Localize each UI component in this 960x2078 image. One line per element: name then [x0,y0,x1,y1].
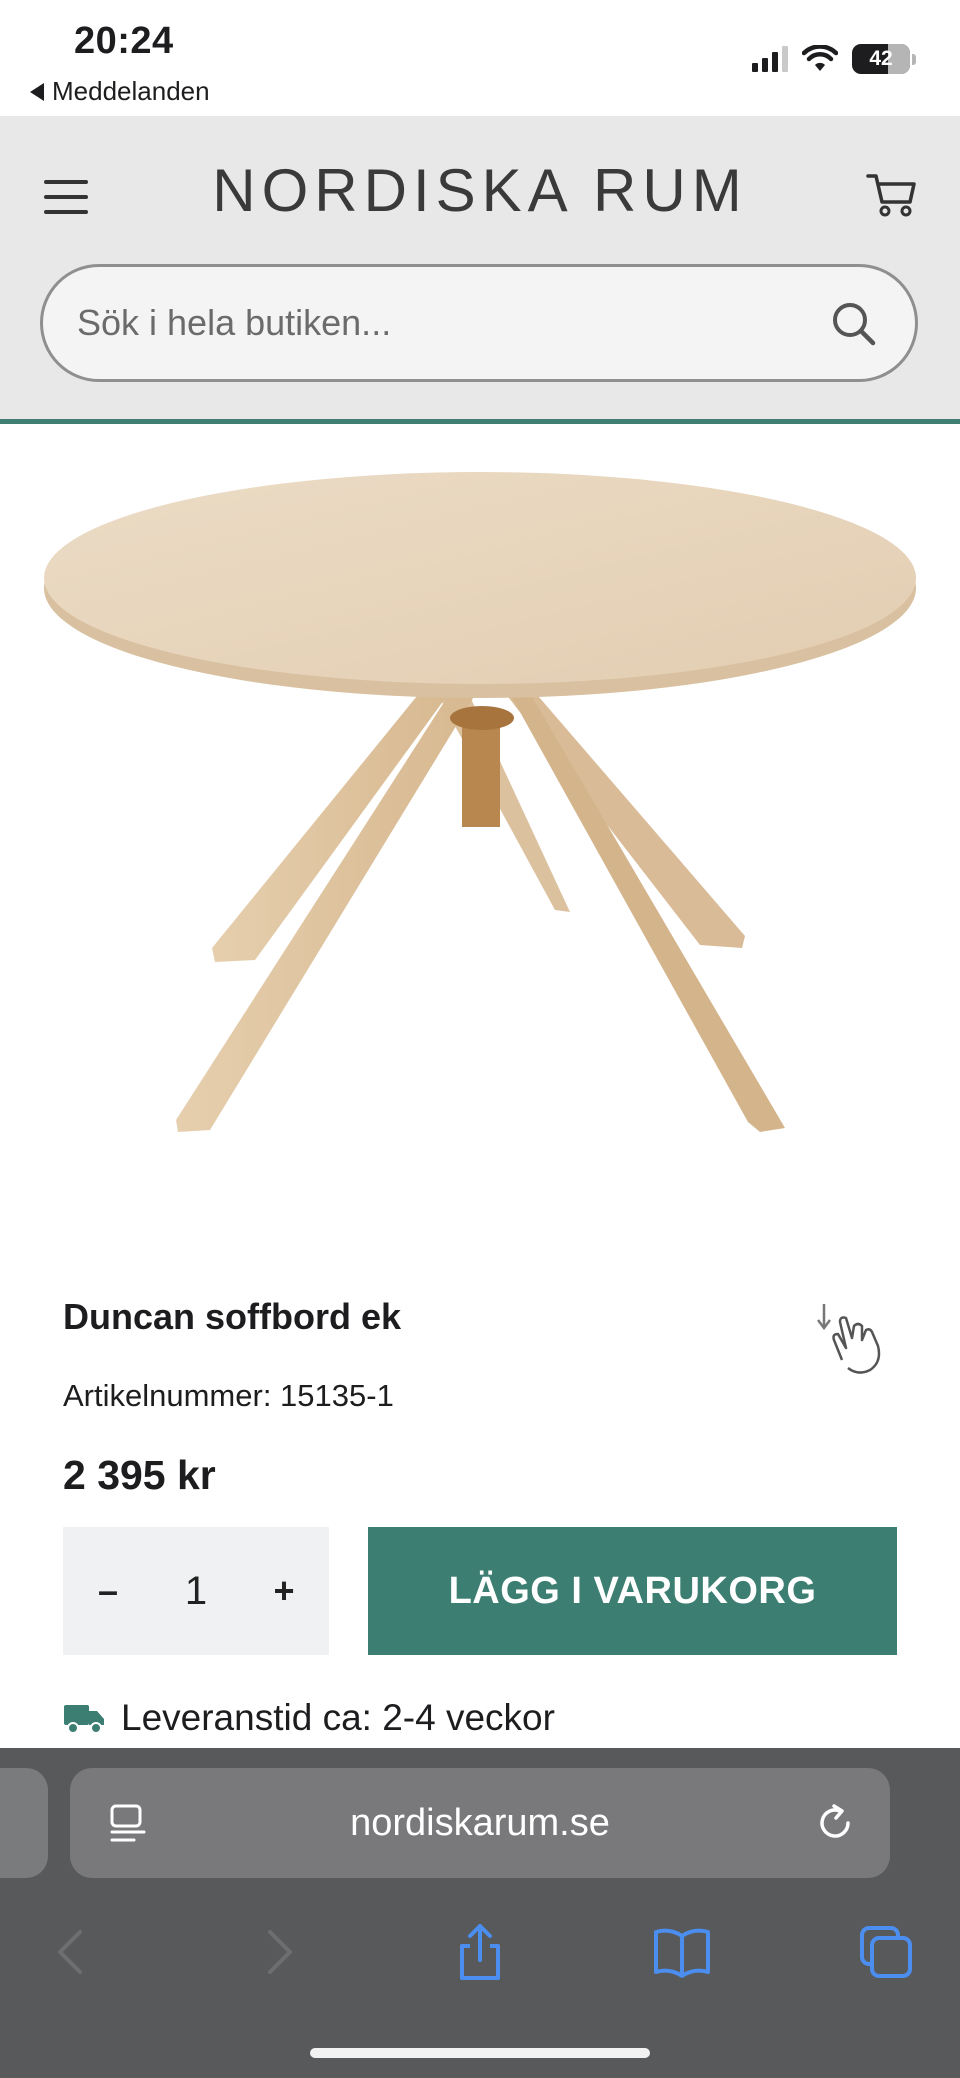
product-price: 2 395 kr [63,1452,216,1498]
browser-toolbar [0,1908,960,2008]
back-icon[interactable] [42,1922,102,1982]
battery-icon: 42 [852,44,910,74]
bookmarks-icon[interactable] [652,1922,712,1982]
site-logo[interactable]: NORDISKA RUM [0,156,960,225]
article-number: Artikelnummer: 15135-1 [63,1378,394,1413]
cellular-signal-icon [752,46,788,72]
delivery-info: Leveranstid ca: 2-4 veckor [63,1697,555,1739]
search-input[interactable] [75,301,779,345]
quantity-increase-button[interactable]: + [259,1551,309,1631]
battery-level: 42 [869,47,893,70]
quantity-decrease-button[interactable]: – [83,1551,133,1631]
forward-icon[interactable] [248,1922,308,1982]
site-header: NORDISKA RUM [0,116,960,424]
back-triangle-icon [30,82,44,101]
wifi-icon [802,45,838,71]
product-title: Duncan soffbord ek [63,1296,402,1337]
back-to-app-link[interactable]: Meddelanden [30,76,210,107]
truck-icon [64,1705,104,1734]
status-time: 20:24 [74,20,174,62]
reload-icon[interactable] [814,1802,856,1844]
home-indicator [310,2048,650,2058]
status-icons: 42 [752,44,916,74]
search-bar [40,264,918,382]
cart-icon[interactable] [864,166,920,222]
share-icon[interactable] [450,1922,510,1982]
address-bar[interactable]: nordiskarum.se [70,1768,890,1878]
battery-tip [912,53,916,65]
quantity-input[interactable] [164,1567,228,1615]
product-image[interactable] [0,440,960,1160]
browser-bottom-bar: nordiskarum.se [0,1748,960,2078]
status-bar: 20:24 Meddelanden 42 [0,0,960,116]
url-text: nordiskarum.se [350,1801,610,1844]
tabs-icon[interactable] [856,1922,916,1982]
zoom-hand-icon[interactable] [812,1296,892,1376]
previous-tab-peek[interactable] [0,1768,48,1878]
reader-icon[interactable] [108,1802,148,1846]
add-to-cart-button[interactable]: LÄGG I VARUKORG [368,1527,897,1655]
delivery-text: Leveranstid ca: 2-4 veckor [121,1697,555,1738]
quantity-stepper: – + [63,1527,329,1655]
back-app-label: Meddelanden [52,76,210,106]
search-icon[interactable] [829,299,879,349]
